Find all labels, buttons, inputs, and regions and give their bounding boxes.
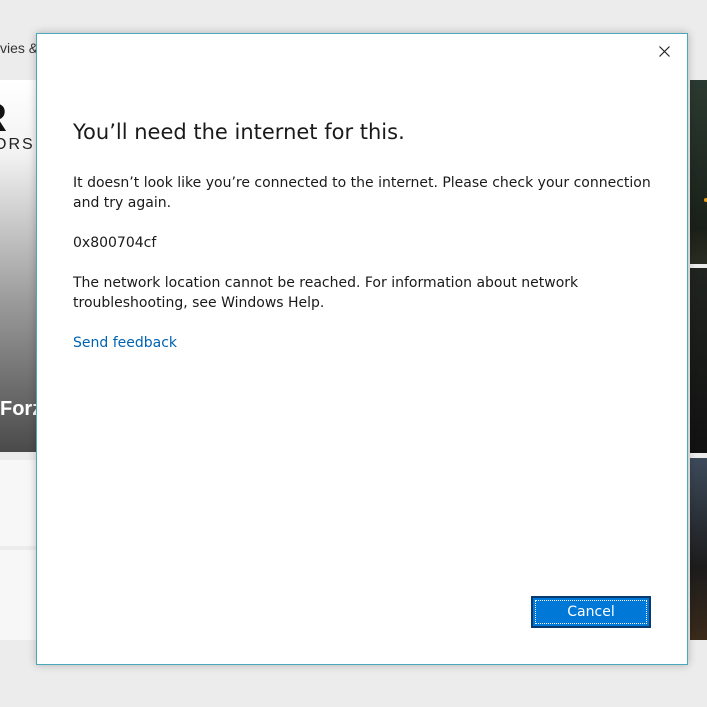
tile-divider [690, 264, 707, 268]
content-card[interactable] [0, 550, 40, 640]
hero-logo-subtitle: ORS [0, 136, 35, 153]
nav-item-movies[interactable]: vies & [0, 40, 38, 56]
hero-banner[interactable]: R ORS Forz [0, 80, 40, 452]
app-tile[interactable] [690, 268, 707, 453]
dialog-title: You’ll need the internet for this. [73, 120, 405, 144]
error-code: 0x800704cf [73, 235, 157, 251]
close-button[interactable] [653, 40, 675, 62]
error-detail: The network location cannot be reached. … [73, 275, 579, 311]
hero-logo: R [0, 96, 7, 141]
app-tile[interactable] [690, 458, 707, 640]
close-icon [658, 45, 670, 57]
content-card[interactable] [0, 460, 40, 546]
send-feedback-link[interactable]: Send feedback [73, 333, 177, 353]
tile-divider [690, 453, 707, 458]
hero-title: Forz [0, 398, 40, 420]
no-internet-dialog: You’ll need the internet for this. It do… [36, 33, 688, 665]
cancel-button[interactable]: Cancel [531, 596, 651, 628]
dialog-message: It doesn’t look like you’re connected to… [73, 175, 651, 211]
